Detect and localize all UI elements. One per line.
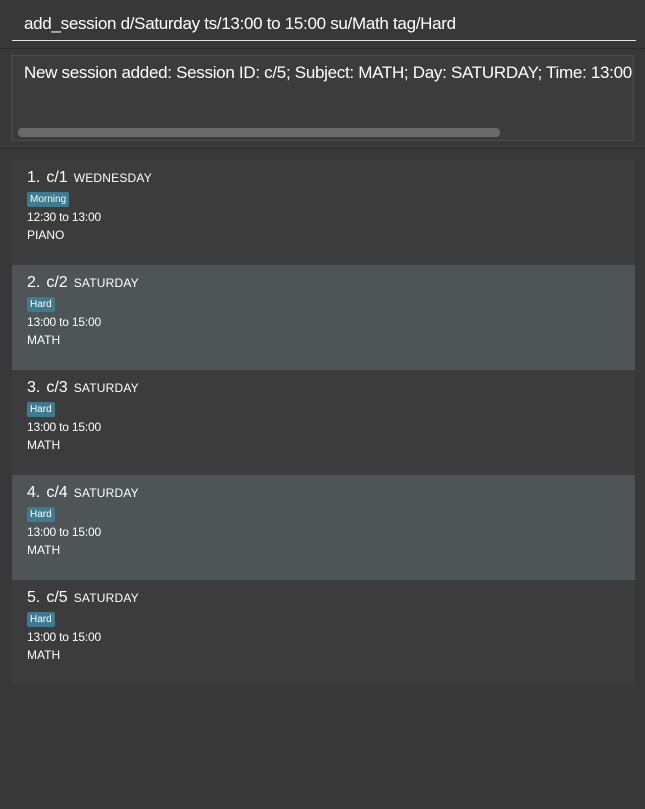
session-card[interactable]: 4. c/4 SATURDAY Hard 13:00 to 15:00 MATH bbox=[12, 475, 635, 580]
command-box: add_session d/Saturday ts/13:00 to 15:00… bbox=[0, 0, 645, 48]
horizontal-scrollbar[interactable] bbox=[18, 128, 500, 137]
session-tag: Hard bbox=[27, 297, 55, 312]
session-index: 4. bbox=[27, 484, 41, 501]
session-index: 1. bbox=[27, 169, 41, 186]
session-subject: MATH bbox=[27, 438, 61, 452]
session-id: c/3 bbox=[46, 379, 68, 396]
session-index: 2. bbox=[27, 274, 41, 291]
session-time: 13:00 to 15:00 bbox=[27, 525, 101, 539]
session-list-panel: 1. c/1 WEDNESDAY Morning 12:30 to 13:00 … bbox=[0, 148, 645, 809]
session-day: SATURDAY bbox=[73, 276, 139, 290]
session-card[interactable]: 5. c/5 SATURDAY Hard 13:00 to 15:00 MATH bbox=[12, 580, 635, 685]
session-subject: MATH bbox=[27, 648, 61, 662]
session-time: 12:30 to 13:00 bbox=[27, 210, 101, 224]
session-index: 5. bbox=[27, 589, 41, 606]
result-display: New session added: Session ID: c/5; Subj… bbox=[0, 48, 645, 149]
session-id: c/1 bbox=[46, 169, 68, 186]
session-subject: MATH bbox=[27, 333, 61, 347]
session-tag: Hard bbox=[27, 612, 55, 627]
session-time: 13:00 to 15:00 bbox=[27, 315, 101, 329]
session-tag: Hard bbox=[27, 402, 55, 417]
session-time: 13:00 to 15:00 bbox=[27, 630, 101, 644]
session-day: WEDNESDAY bbox=[73, 171, 152, 185]
session-day: SATURDAY bbox=[73, 591, 139, 605]
session-time: 13:00 to 15:00 bbox=[27, 420, 101, 434]
session-tag: Morning bbox=[27, 192, 70, 207]
session-card[interactable]: 3. c/3 SATURDAY Hard 13:00 to 15:00 MATH bbox=[12, 370, 635, 475]
session-subject: MATH bbox=[27, 543, 61, 557]
session-subject: PIANO bbox=[27, 228, 65, 242]
command-input[interactable]: add_session d/Saturday ts/13:00 to 15:00… bbox=[12, 6, 636, 41]
session-card[interactable]: 1. c/1 WEDNESDAY Morning 12:30 to 13:00 … bbox=[12, 160, 635, 265]
session-day: SATURDAY bbox=[73, 381, 139, 395]
result-message: New session added: Session ID: c/5; Subj… bbox=[24, 63, 633, 82]
session-card[interactable]: 2. c/2 SATURDAY Hard 13:00 to 15:00 MATH bbox=[12, 265, 635, 370]
session-id: c/5 bbox=[46, 589, 68, 606]
session-list[interactable]: 1. c/1 WEDNESDAY Morning 12:30 to 13:00 … bbox=[12, 160, 635, 685]
session-id: c/2 bbox=[46, 274, 68, 291]
session-index: 3. bbox=[27, 379, 41, 396]
result-box: New session added: Session ID: c/5; Subj… bbox=[11, 55, 634, 141]
session-day: SATURDAY bbox=[73, 486, 139, 500]
session-tag: Hard bbox=[27, 507, 55, 522]
session-id: c/4 bbox=[46, 484, 68, 501]
